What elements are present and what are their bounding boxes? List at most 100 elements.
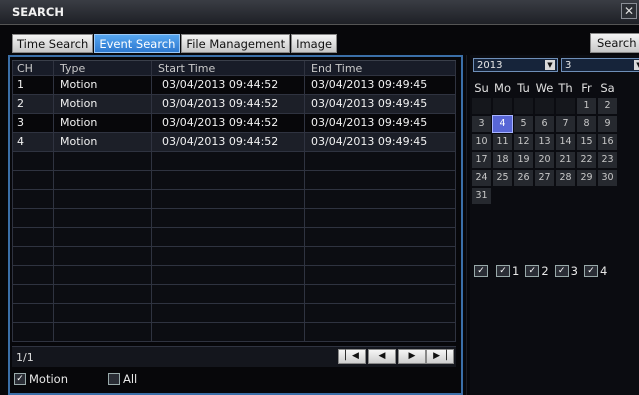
calendar-day[interactable]: 20 xyxy=(535,152,554,168)
cell-type: Motion xyxy=(53,133,151,151)
table-row[interactable]: 2 Motion 03/04/2013 09:44:52 03/04/2013 … xyxy=(12,95,456,114)
table-row[interactable]: 3 Motion 03/04/2013 09:44:52 03/04/2013 … xyxy=(12,114,456,133)
tab-file-management[interactable]: File Management xyxy=(181,34,291,53)
calendar-day xyxy=(514,188,533,204)
year-select[interactable]: 2013 ▼ xyxy=(473,58,558,72)
calendar-day[interactable]: 14 xyxy=(556,134,575,150)
year-value: 2013 xyxy=(477,60,503,71)
first-page-button[interactable]: ▏◀ xyxy=(338,349,366,364)
calendar-day xyxy=(493,98,512,114)
month-select[interactable]: 3 ▼ xyxy=(561,58,639,72)
cell-ch: 3 xyxy=(12,114,53,132)
calendar-day[interactable]: 25 xyxy=(493,170,512,186)
calendar-day[interactable]: 10 xyxy=(472,134,491,150)
cell-start-time: 03/04/2013 09:44:52 xyxy=(151,76,304,94)
prev-page-button[interactable]: ◀ xyxy=(368,349,396,364)
filter-motion[interactable]: ✓ Motion xyxy=(14,372,68,386)
calendar-day[interactable]: 5 xyxy=(514,116,533,132)
calendar-day-selected[interactable]: 4 xyxy=(492,115,513,133)
cell-type: Motion xyxy=(53,95,151,113)
tab-bar: Time Search Event Search File Management… xyxy=(12,34,338,54)
column-header-end-time: End Time xyxy=(304,61,456,75)
channel-label: 3 xyxy=(570,264,578,278)
empty-row xyxy=(12,209,456,228)
empty-row xyxy=(12,190,456,209)
motion-checkbox[interactable]: ✓ xyxy=(14,373,26,385)
calendar-day[interactable]: 2 xyxy=(598,98,617,114)
calendar-panel: 2013 ▼ 3 ▼ Su Mo Tu We Th Fr Sa 1 2 3 4 … xyxy=(470,55,639,395)
channel-3-checkbox[interactable]: ✓ xyxy=(554,265,569,277)
channel-all-toggle[interactable]: ✓ xyxy=(474,265,490,277)
calendar-day[interactable]: 15 xyxy=(577,134,596,150)
last-page-button[interactable]: ▶▕ xyxy=(426,349,454,364)
calendar-day[interactable]: 16 xyxy=(598,134,617,150)
search-button[interactable]: Search xyxy=(590,33,639,53)
channel-1-toggle[interactable]: ✓ 1 xyxy=(496,264,519,278)
month-value: 3 xyxy=(565,60,572,71)
tab-image[interactable]: Image xyxy=(291,34,338,53)
calendar-day[interactable]: 9 xyxy=(598,116,617,132)
channel-1-checkbox[interactable]: ✓ xyxy=(496,265,510,277)
channel-4-checkbox[interactable]: ✓ xyxy=(583,265,598,277)
next-page-button[interactable]: ▶ xyxy=(398,349,426,364)
empty-row xyxy=(12,285,456,304)
calendar-day[interactable]: 23 xyxy=(598,152,617,168)
calendar-grid: Su Mo Tu We Th Fr Sa 1 2 3 4 5 6 7 8 9 1… xyxy=(472,80,639,206)
close-icon: ✕ xyxy=(623,4,635,18)
calendar-day[interactable]: 30 xyxy=(598,170,617,186)
filter-all[interactable]: All xyxy=(108,372,137,386)
panel-divider xyxy=(466,55,467,395)
all-checkbox[interactable] xyxy=(108,373,120,385)
calendar-day[interactable]: 24 xyxy=(472,170,491,186)
table-header: CH Type Start Time End Time xyxy=(12,60,456,76)
calendar-day[interactable]: 11 xyxy=(493,134,512,150)
empty-row xyxy=(12,266,456,285)
channel-3-toggle[interactable]: ✓ 3 xyxy=(554,264,578,278)
channel-label: 2 xyxy=(541,264,549,278)
channel-2-toggle[interactable]: ✓ 2 xyxy=(525,264,549,278)
close-button[interactable]: ✕ xyxy=(621,3,637,19)
last-page-icon: ▶▕ xyxy=(433,351,447,361)
calendar-day xyxy=(535,188,554,204)
calendar-day[interactable]: 19 xyxy=(514,152,533,168)
event-table: CH Type Start Time End Time 1 Motion 03/… xyxy=(12,60,456,342)
cell-end-time: 03/04/2013 09:49:45 xyxy=(304,76,456,94)
calendar-day[interactable]: 29 xyxy=(577,170,596,186)
cell-end-time: 03/04/2013 09:49:45 xyxy=(304,133,456,151)
column-header-ch: CH xyxy=(12,61,53,75)
calendar-day[interactable]: 26 xyxy=(514,170,533,186)
weekday-label: Fr xyxy=(581,81,592,95)
chevron-down-icon: ▼ xyxy=(634,60,639,70)
calendar-day[interactable]: 7 xyxy=(556,116,575,132)
calendar-day[interactable]: 28 xyxy=(556,170,575,186)
channel-4-toggle[interactable]: ✓ 4 xyxy=(583,264,608,278)
calendar-day[interactable]: 13 xyxy=(535,134,554,150)
channel-all-checkbox[interactable]: ✓ xyxy=(474,265,488,277)
calendar-day[interactable]: 1 xyxy=(577,98,596,114)
calendar-day[interactable]: 12 xyxy=(514,134,533,150)
calendar-day xyxy=(556,188,575,204)
calendar-day xyxy=(472,98,491,114)
channel-label: 4 xyxy=(599,264,608,278)
tab-event-search[interactable]: Event Search xyxy=(94,34,181,53)
calendar-day[interactable]: 8 xyxy=(577,116,596,132)
window-title: SEARCH xyxy=(12,5,64,19)
calendar-day[interactable]: 31 xyxy=(472,188,491,204)
calendar-day[interactable]: 27 xyxy=(535,170,554,186)
tab-time-search[interactable]: Time Search xyxy=(12,34,94,53)
calendar-day[interactable]: 22 xyxy=(577,152,596,168)
channel-2-checkbox[interactable]: ✓ xyxy=(525,265,540,277)
calendar-day[interactable]: 6 xyxy=(535,116,554,132)
next-page-icon: ▶ xyxy=(408,351,416,361)
calendar-day xyxy=(493,188,512,204)
title-bar: SEARCH ✕ xyxy=(0,0,639,25)
calendar-day[interactable]: 21 xyxy=(556,152,575,168)
calendar-day[interactable]: 3 xyxy=(472,116,491,132)
cell-start-time: 03/04/2013 09:44:52 xyxy=(151,95,304,113)
calendar-day[interactable]: 18 xyxy=(493,152,512,168)
table-row[interactable]: 1 Motion 03/04/2013 09:44:52 03/04/2013 … xyxy=(12,76,456,95)
calendar-day[interactable]: 17 xyxy=(472,152,491,168)
weekday-label: Tu xyxy=(517,81,530,95)
table-row[interactable]: 4 Motion 03/04/2013 09:44:52 03/04/2013 … xyxy=(12,133,456,152)
cell-type: Motion xyxy=(53,76,151,94)
